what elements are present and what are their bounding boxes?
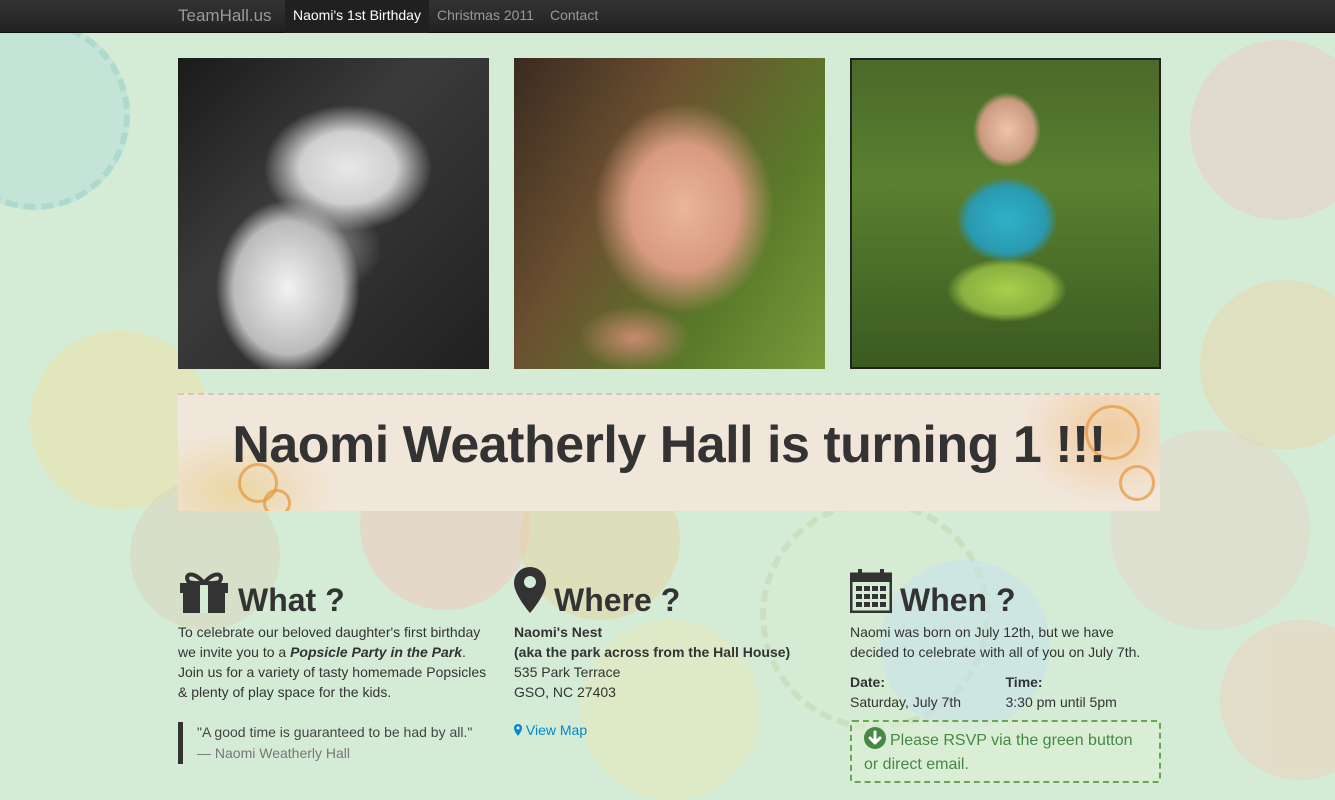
date-value: Saturday, July 7th	[850, 694, 962, 710]
view-map-link[interactable]: View Map	[514, 722, 587, 738]
nav-item-birthday[interactable]: Naomi's 1st Birthday	[285, 0, 429, 33]
main-content: Naomi Weatherly Hall is turning 1 !!! Wh…	[0, 0, 1335, 800]
map-marker-icon	[514, 567, 546, 618]
calendar-icon	[849, 569, 893, 618]
arrow-down-circle-icon	[864, 727, 886, 749]
nav-menu: Naomi's 1st Birthday Christmas 2011 Cont…	[285, 0, 606, 33]
where-heading: Where ?	[554, 582, 681, 618]
party-name: Popsicle Party in the Park	[290, 644, 463, 660]
when-heading: When ?	[900, 582, 1016, 618]
date-time-row: Date: Saturday, July 7th Time: 3:30 pm u…	[850, 672, 1161, 712]
when-section: When ? Naomi was born on July 12th, but …	[849, 569, 1161, 783]
yawning-baby-photo	[514, 58, 825, 369]
quote-author: — Naomi Weatherly Hall	[197, 745, 351, 761]
what-section: What ? To celebrate our beloved daughter…	[178, 572, 489, 764]
quote: "A good time is guaranteed to be had by …	[178, 722, 489, 764]
nav-item-contact[interactable]: Contact	[542, 0, 606, 33]
baby-in-grass-photo	[850, 58, 1161, 369]
banner-title: Naomi Weatherly Hall is turning 1 !!!	[232, 416, 1106, 474]
map-marker-small-icon	[514, 724, 522, 736]
time-label: Time:	[1005, 674, 1043, 690]
where-section: Where ? Naomi's Nest (aka the park acros…	[514, 567, 825, 740]
date-label: Date:	[850, 674, 886, 690]
what-description: To celebrate our beloved daughter's firs…	[178, 624, 487, 700]
rsvp-alert: Please RSVP via the green button or dire…	[850, 720, 1161, 783]
birthday-banner: Naomi Weatherly Hall is turning 1 !!!	[178, 393, 1160, 511]
place-note: (aka the park across from the Hall House…	[514, 644, 791, 660]
newborn-photo	[178, 58, 489, 369]
what-heading: What ?	[238, 582, 345, 618]
brand-link[interactable]: TeamHall.us	[178, 6, 272, 26]
address-line-1: 535 Park Terrace	[514, 664, 621, 680]
top-navbar: TeamHall.us Naomi's 1st Birthday Christm…	[0, 0, 1335, 33]
place-name: Naomi's Nest	[514, 624, 603, 640]
when-intro: Naomi was born on July 12th, but we have…	[850, 624, 1141, 660]
gift-icon	[178, 569, 230, 618]
nav-item-christmas[interactable]: Christmas 2011	[429, 0, 542, 33]
quote-text: "A good time is guaranteed to be had by …	[197, 724, 473, 740]
rsvp-text: Please RSVP via the green button or dire…	[864, 732, 1133, 773]
address-line-2: GSO, NC 27403	[514, 684, 616, 700]
time-value: 3:30 pm until 5pm	[1005, 694, 1117, 710]
